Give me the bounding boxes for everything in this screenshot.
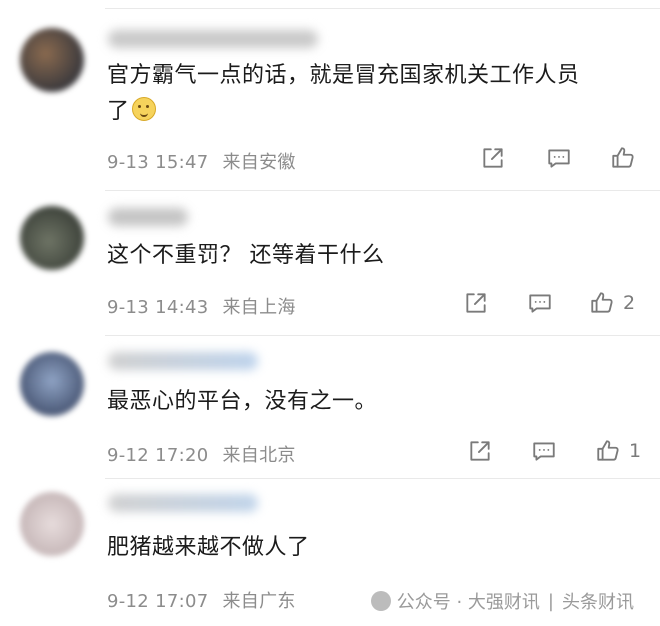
- wechat-icon: [370, 591, 391, 611]
- watermark-left: 公众号 · 大强财讯: [396, 592, 540, 613]
- comment-date: 9-13 15:47: [107, 152, 209, 173]
- divider: [105, 335, 660, 336]
- like-count: 2: [623, 292, 636, 314]
- comment-text: 最恶心的平台，没有之一。: [107, 384, 377, 420]
- avatar[interactable]: [20, 352, 84, 416]
- avatar[interactable]: [20, 492, 84, 556]
- avatar[interactable]: [20, 28, 84, 92]
- thumbs-up-icon[interactable]: [595, 438, 621, 464]
- comment-text-line1: 这个不重罚？ 还等着干什么: [107, 243, 385, 268]
- share-icon[interactable]: [480, 145, 506, 171]
- comment-meta: 9-13 14:43 来自上海: [107, 293, 296, 319]
- comment-actions: 2: [463, 290, 635, 316]
- username-blurred[interactable]: [108, 30, 318, 48]
- thumbs-up-icon[interactable]: [610, 145, 636, 171]
- share-icon[interactable]: [463, 290, 489, 316]
- comment-location: 来自广东: [222, 591, 296, 612]
- divider: [105, 478, 660, 479]
- comment-icon[interactable]: [531, 438, 557, 464]
- comment-date: 9-13 14:43: [107, 297, 209, 318]
- comment-meta: 9-12 17:07 来自广东: [107, 587, 296, 613]
- smirk-emoji-icon: [131, 97, 156, 121]
- username-blurred[interactable]: [108, 352, 258, 370]
- comment-meta: 9-13 15:47 来自安徽: [107, 148, 296, 174]
- comment-date: 9-12 17:20: [107, 445, 209, 466]
- comment-location: 来自安徽: [222, 152, 296, 173]
- comment-date: 9-12 17:07: [107, 591, 209, 612]
- comment-text: 官方霸气一点的话，就是冒充国家机关工作人员 了: [107, 58, 637, 130]
- comment-text-line1: 肥猪越来越不做人了: [107, 535, 310, 560]
- comment-icon[interactable]: [546, 145, 572, 171]
- comment-location: 来自上海: [222, 297, 296, 318]
- comment-text-line1: 最恶心的平台，没有之一。: [107, 389, 378, 414]
- watermark-right: 头条财讯: [562, 592, 634, 613]
- comment-location: 来自北京: [222, 445, 296, 466]
- comment-icon[interactable]: [527, 290, 553, 316]
- username-blurred[interactable]: [108, 494, 258, 512]
- comment-actions: [480, 145, 656, 171]
- comment-text: 肥猪越来越不做人了: [107, 530, 310, 566]
- share-icon[interactable]: [467, 438, 493, 464]
- like-count: 1: [629, 440, 642, 462]
- avatar[interactable]: [20, 206, 84, 270]
- comment-meta: 9-12 17:20 来自北京: [107, 441, 296, 467]
- comment-text-line1: 官方霸气一点的话，就是冒充国家机关工作人员: [107, 63, 580, 88]
- watermark: 公众号 · 大强财讯 | 头条财讯: [366, 586, 638, 616]
- comment-text-line2: 了: [107, 99, 130, 124]
- thumbs-up-icon[interactable]: [589, 290, 615, 316]
- comment-actions: 1: [467, 438, 641, 464]
- watermark-separator: |: [547, 590, 554, 612]
- top-divider: [105, 8, 660, 9]
- divider: [105, 190, 660, 191]
- username-blurred[interactable]: [108, 208, 188, 226]
- comment-text: 这个不重罚？ 还等着干什么: [107, 238, 385, 274]
